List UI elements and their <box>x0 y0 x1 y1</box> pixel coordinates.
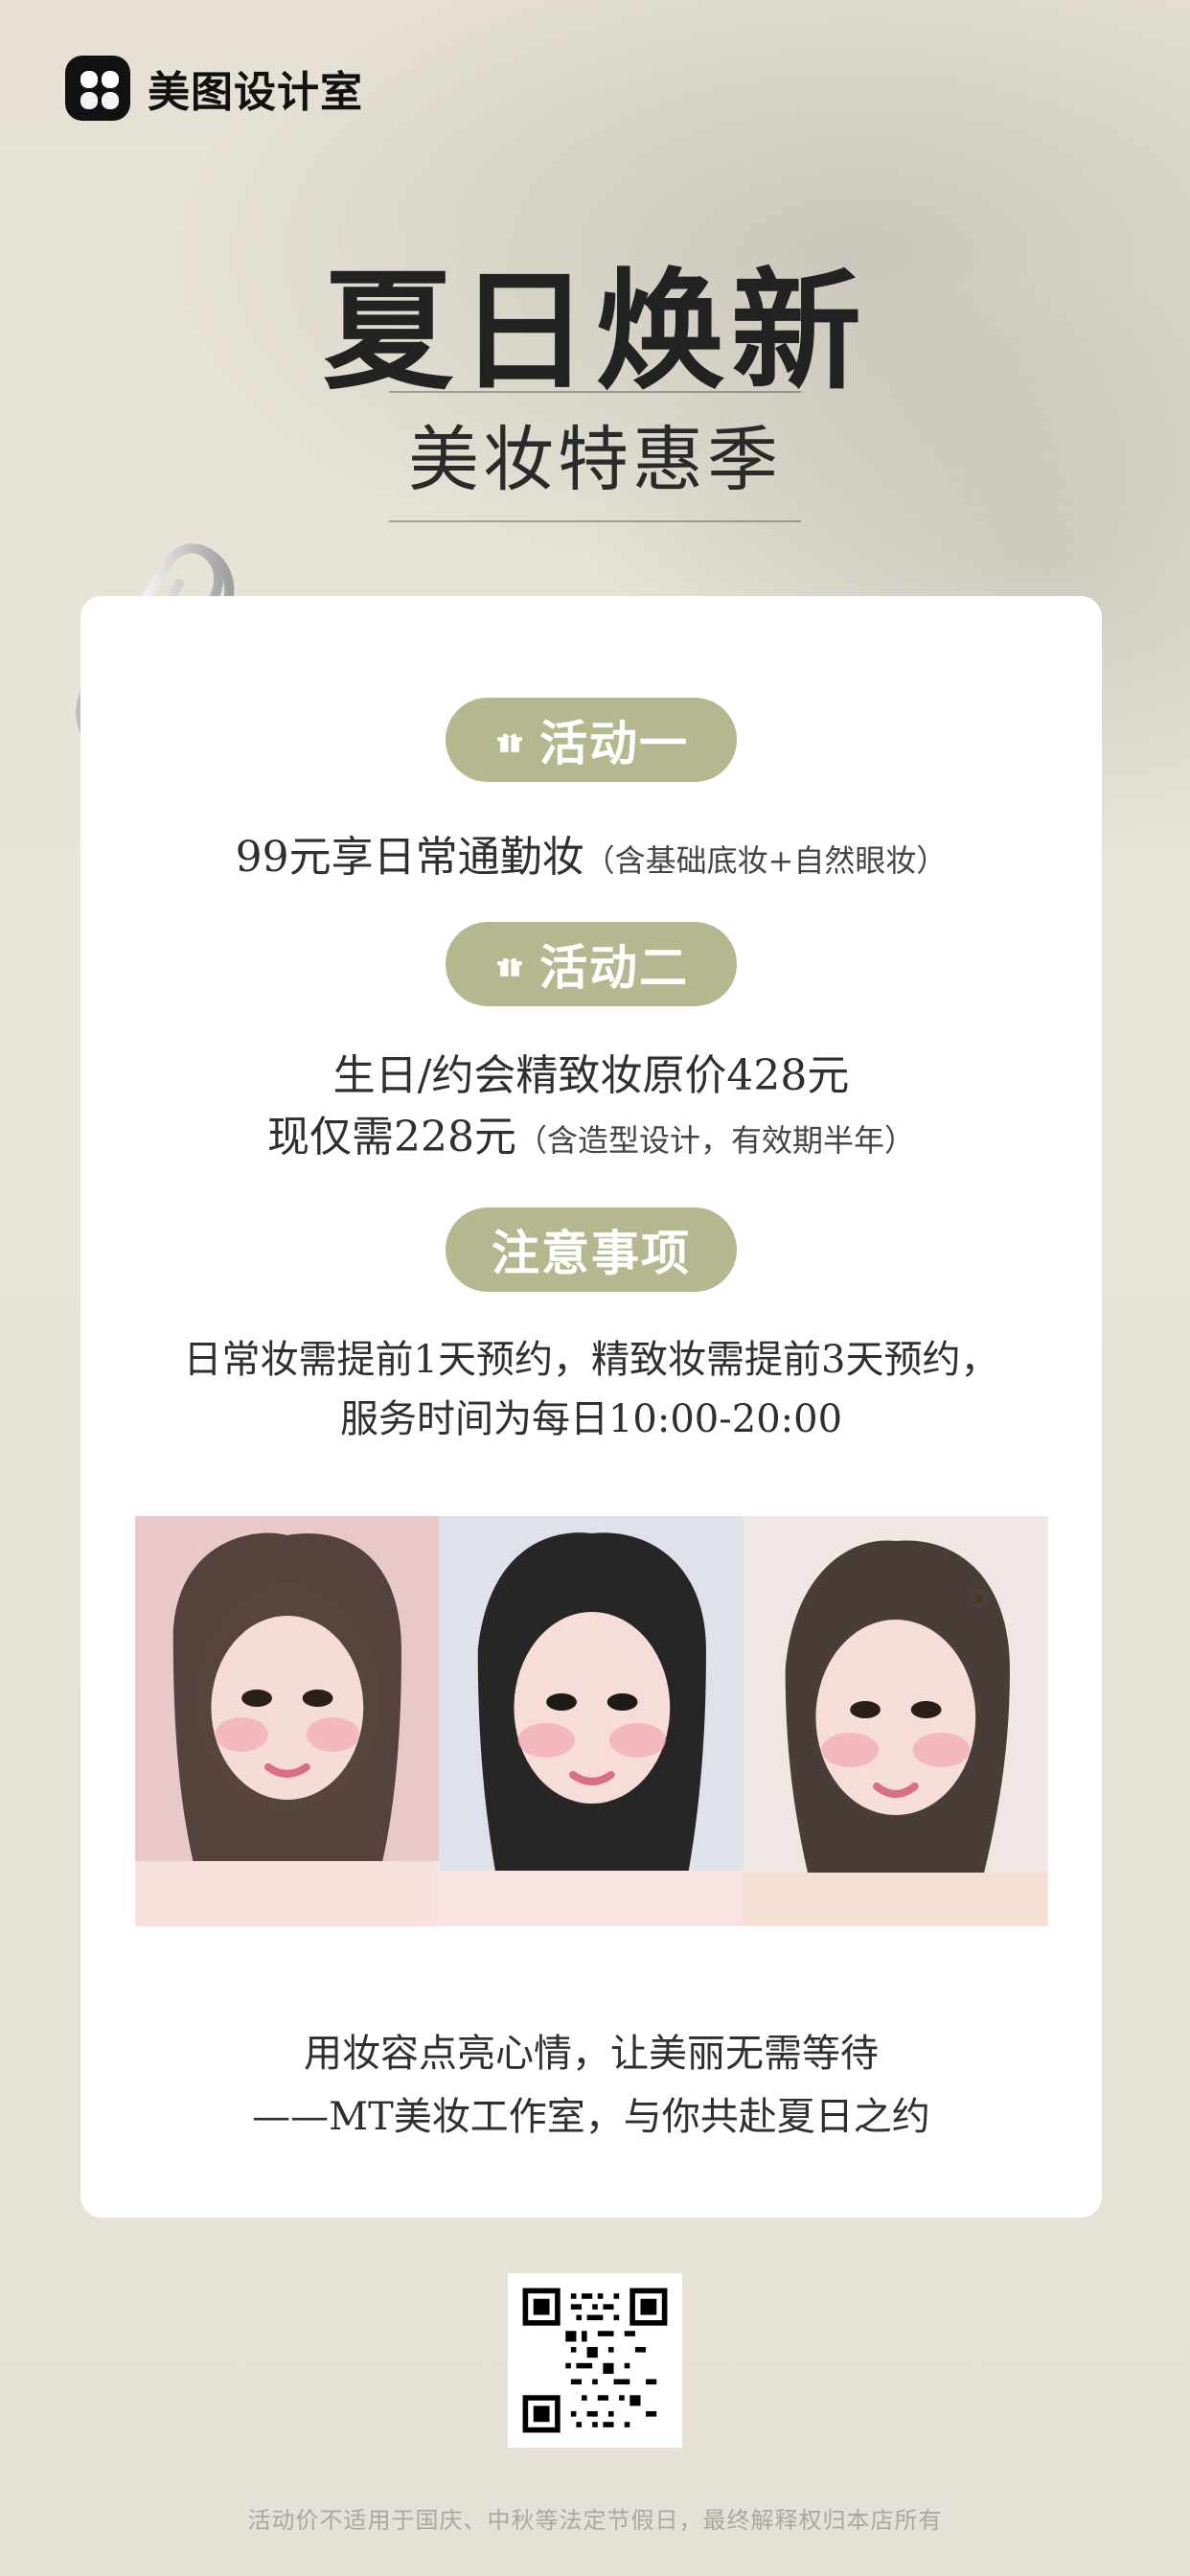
model-photos <box>135 1516 1048 1926</box>
meitu-logo-icon <box>65 56 130 121</box>
brand: 美图设计室 <box>65 56 363 121</box>
hero-subtitle-wrap: 美妆特惠季 <box>0 391 1190 522</box>
content-card: 活动一 99元享日常通勤妆（含基础底妆+自然眼妆） 活动二 生日/约会精致妆原价… <box>80 596 1102 2218</box>
activity-2-line-2: 现仅需228元（含造型设计，有效期半年） <box>80 1102 1102 1163</box>
footer-disclaimer: 活动价不适用于国庆、中秋等法定节假日，最终解释权归本店所有 <box>247 2508 943 2534</box>
portrait-image <box>439 1516 744 1926</box>
notes-text-2: 服务时间为每日10:00-20:00 <box>339 1397 843 1441</box>
portrait-image <box>744 1516 1048 1926</box>
hero-subtitle: 美妆特惠季 <box>389 391 801 522</box>
notes-line-2: 服务时间为每日10:00-20:00 <box>80 1388 1102 1443</box>
quote-line-2: ——MT美妆工作室，与你共赴夏日之约 <box>252 2095 930 2139</box>
qr-code <box>508 2273 682 2448</box>
pill-label: 活动二 <box>539 939 689 996</box>
hero-title: 夏日焕新 <box>323 255 867 408</box>
activity-1-note: （含基础底妆+自然眼妆） <box>584 842 948 879</box>
model-photo-2 <box>439 1516 744 1926</box>
activity-2-main-2: 现仅需228元 <box>267 1113 516 1162</box>
pill-activity-1: 活动一 <box>446 698 737 782</box>
portrait-image <box>135 1516 440 1926</box>
activity-2-line-1: 生日/约会精致妆原价428元 <box>80 1041 1102 1102</box>
activity-1-line: 99元享日常通勤妆（含基础底妆+自然眼妆） <box>80 822 1102 884</box>
pill-notes: 注意事项 <box>446 1208 737 1292</box>
pill-activity-2: 活动二 <box>446 922 737 1006</box>
model-photo-3 <box>744 1516 1048 1926</box>
brand-name: 美图设计室 <box>148 69 363 116</box>
qr-code-icon <box>517 2283 673 2438</box>
gift-icon <box>497 733 522 752</box>
activity-2-note: （含造型设计，有效期半年） <box>515 1122 915 1159</box>
model-photo-1 <box>135 1516 440 1926</box>
pill-label: 注意事项 <box>492 1225 691 1281</box>
notes-line-1: 日常妆需提前1天预约，精致妆需提前3天预约， <box>80 1328 1102 1384</box>
pill-label: 活动一 <box>539 715 689 771</box>
notes-text-1: 日常妆需提前1天预约，精致妆需提前3天预约， <box>183 1338 999 1382</box>
activity-2-main-1: 生日/约会精致妆原价428元 <box>332 1051 850 1100</box>
activity-1-main: 99元享日常通勤妆 <box>235 833 584 882</box>
gift-icon <box>497 957 522 977</box>
quote-line-1: 用妆容点亮心情，让美丽无需等待 <box>304 2032 879 2076</box>
